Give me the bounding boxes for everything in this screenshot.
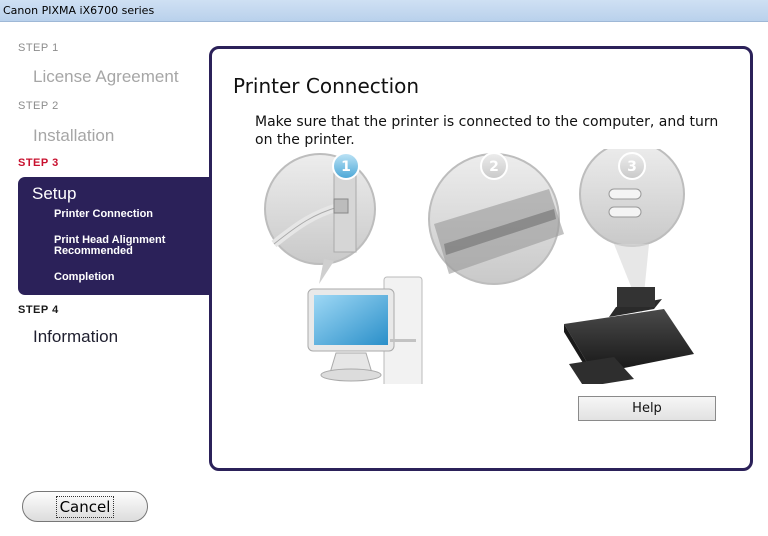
callout-number-2: 2	[480, 152, 508, 180]
callout-number-3: 3	[618, 152, 646, 180]
svg-text:1: 1	[341, 159, 351, 175]
help-button-label: Help	[632, 401, 662, 416]
printer-icon	[564, 287, 694, 384]
step-4-label: STEP 4	[18, 304, 59, 316]
help-button[interactable]: Help	[578, 396, 716, 421]
step-3-label: STEP 3	[18, 157, 59, 169]
active-step-panel: Setup Printer Connection Print Head Alig…	[18, 177, 212, 295]
instruction-text: Make sure that the printer is connected …	[255, 114, 719, 148]
content-panel: Printer Connection Make sure that the pr…	[209, 46, 753, 471]
usb-cable-callout	[264, 153, 376, 284]
step-1-label: STEP 1	[18, 42, 59, 54]
step-2-title: Installation	[33, 126, 115, 145]
step-1-title: License Agreement	[33, 67, 179, 86]
window-title: Canon PIXMA iX6700 series	[3, 4, 155, 17]
substep-completion: Completion	[54, 271, 115, 283]
cancel-button[interactable]: Cancel	[22, 491, 148, 522]
step-4-title: Information	[33, 327, 119, 346]
callout-number-1: 1	[332, 152, 360, 180]
window-titlebar: Canon PIXMA iX6700 series	[0, 0, 768, 22]
svg-text:3: 3	[627, 159, 637, 175]
cancel-button-label: Cancel	[55, 495, 115, 518]
substep-print-head-alignment: Print Head Alignment Recommended	[54, 234, 166, 257]
substep-printer-connection: Printer Connection	[54, 208, 154, 220]
step-2-label: STEP 2	[18, 100, 59, 112]
page-title: Printer Connection	[233, 74, 420, 98]
step-3-title: Setup	[32, 184, 77, 203]
computer-icon	[307, 276, 423, 384]
printer-connection-illustration: 1 2 3	[264, 149, 694, 384]
step-sidebar: STEP 1 License Agreement STEP 2 Installa…	[0, 22, 212, 536]
svg-text:2: 2	[489, 159, 499, 175]
